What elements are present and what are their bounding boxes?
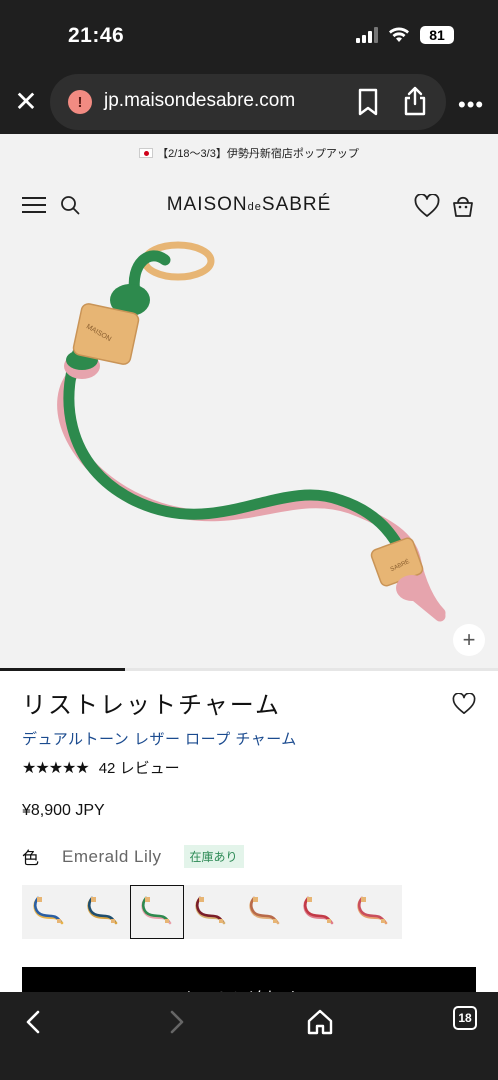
japan-flag-icon (139, 148, 154, 158)
wishlist-heart-icon[interactable] (414, 194, 440, 218)
close-icon[interactable]: ✕ (12, 88, 40, 116)
swatch-charm-icon (87, 896, 118, 925)
site-warning-icon[interactable]: ! (68, 90, 92, 114)
browser-toolbar: 18 (0, 992, 498, 1080)
color-swatches (22, 885, 402, 939)
color-swatch[interactable] (22, 885, 76, 939)
review-count[interactable]: 42 レビュー (99, 757, 180, 778)
swatch-charm-icon (249, 896, 280, 925)
wifi-icon (389, 27, 409, 42)
color-row: 色 Emerald Lily 在庫あり (22, 844, 476, 869)
status-time: 21:46 (68, 24, 125, 47)
zoom-plus-icon[interactable]: + (453, 624, 485, 656)
color-swatch[interactable] (346, 885, 400, 939)
more-options-icon[interactable]: ••• (458, 92, 484, 118)
address-bar[interactable]: ! jp.maisondesabre.com (50, 74, 446, 130)
status-bar: 21:46 81 (0, 0, 498, 70)
product-subtitle: デュアルトーン レザー ロープ チャーム (22, 731, 297, 748)
wristlet-charm-image: MAISON SABRÉ (57, 241, 446, 622)
product-image[interactable]: MAISON SABRÉ + (0, 238, 498, 668)
favorite-heart-icon[interactable] (452, 693, 476, 715)
cellular-signal-icon (356, 27, 378, 43)
back-arrow-icon[interactable] (14, 1002, 54, 1042)
product-price: ¥8,900 JPY (22, 802, 105, 819)
browser-bar: ✕ ! jp.maisondesabre.com ••• (0, 70, 498, 134)
product-title: リストレットチャーム (22, 691, 282, 719)
swatch-charm-icon (141, 896, 172, 925)
web-page: 【2/18〜3/3】伊勢丹新宿店ポップアップ MAISONdeSABRÉ MAI… (0, 134, 498, 992)
forward-arrow-icon[interactable] (156, 1002, 196, 1042)
bookmark-icon[interactable] (356, 88, 380, 116)
star-rating-icon: ★★★★★ (22, 759, 90, 777)
url-text[interactable]: jp.maisondesabre.com (104, 90, 295, 112)
rating-row[interactable]: ★★★★★ 42 レビュー (22, 757, 476, 778)
swatch-charm-icon (357, 896, 388, 925)
color-swatch[interactable] (184, 885, 238, 939)
promo-bar[interactable]: 【2/18〜3/3】伊勢丹新宿店ポップアップ (0, 134, 498, 172)
color-swatch[interactable] (76, 885, 130, 939)
stock-badge: 在庫あり (183, 845, 244, 868)
promo-text[interactable]: 【2/18〜3/3】伊勢丹新宿店ポップアップ (157, 145, 359, 161)
home-icon[interactable] (300, 1002, 340, 1042)
color-swatch[interactable] (130, 885, 184, 939)
swatch-charm-icon (33, 896, 64, 925)
swatch-charm-icon (195, 896, 226, 925)
shopping-bag-icon[interactable] (451, 192, 475, 218)
tabs-count-icon[interactable]: 18 (453, 1006, 477, 1030)
color-label: 色 (22, 849, 39, 868)
add-to-cart-button[interactable]: カートに追加する (22, 967, 476, 992)
color-swatch[interactable] (238, 885, 292, 939)
status-icons: 81 (356, 26, 454, 44)
color-swatch[interactable] (292, 885, 346, 939)
share-icon[interactable] (402, 86, 428, 116)
swatch-charm-icon (303, 896, 334, 925)
selected-color-name: Emerald Lily (62, 846, 162, 866)
product-info: リストレットチャーム デュアルトーン レザー ロープ チャーム ★★★★★ 42… (0, 671, 498, 992)
site-header: MAISONdeSABRÉ (0, 172, 498, 238)
battery-indicator: 81 (420, 26, 454, 44)
